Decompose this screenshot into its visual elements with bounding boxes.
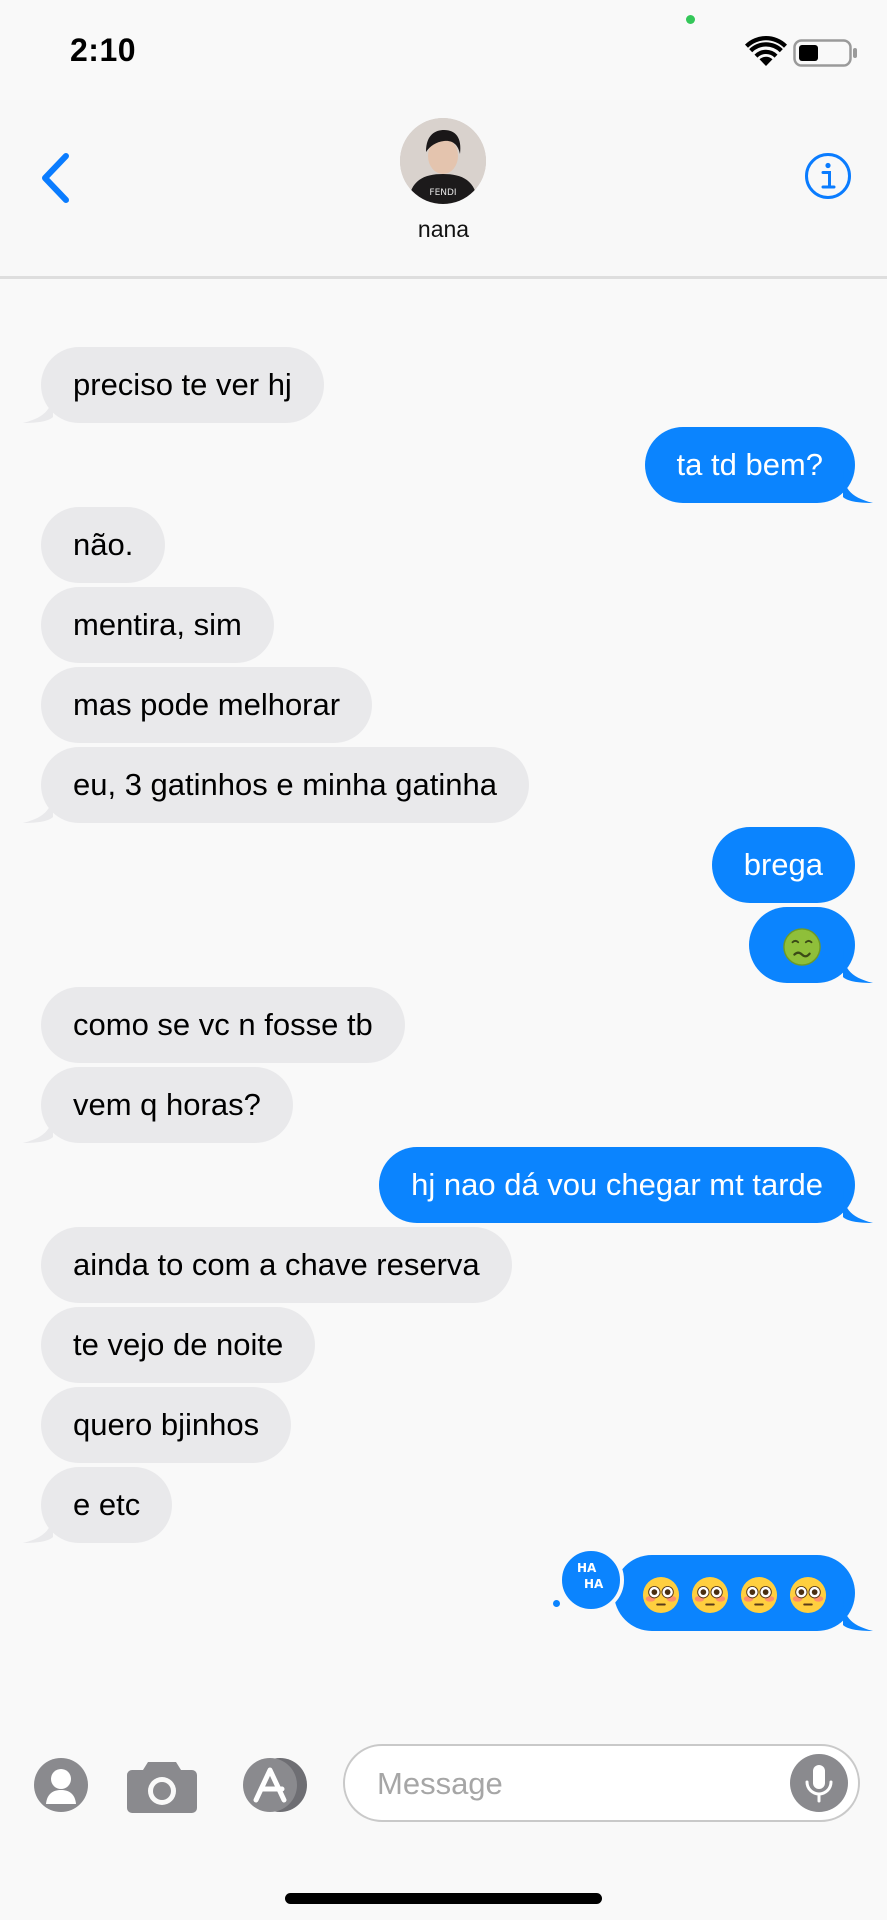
message-text: vem q horas? — [73, 1087, 261, 1122]
back-chevron-icon[interactable] — [36, 150, 76, 206]
reaction-tail-dot — [553, 1600, 560, 1607]
flushed-face-icon — [691, 1576, 729, 1613]
message-bubble-incoming[interactable]: ainda to com a chave reserva — [41, 1227, 512, 1303]
privacy-indicator-dot — [686, 15, 695, 24]
bubble-tail — [23, 389, 53, 423]
microphone-button[interactable] — [790, 1754, 848, 1812]
message-bubble-outgoing[interactable]: hj nao dá vou chegar mt tarde — [379, 1147, 873, 1223]
memoji-contact-icon[interactable] — [33, 1757, 89, 1813]
message-bubble-incoming[interactable]: mas pode melhorar — [41, 667, 373, 743]
bubble-tail — [23, 1109, 53, 1143]
message-text: hj nao dá vou chegar mt tarde — [411, 1167, 823, 1202]
compose-bar — [0, 1720, 887, 1920]
microphone-icon — [805, 1765, 833, 1803]
message-bubble-incoming[interactable]: te vejo de noite — [41, 1307, 316, 1383]
camera-icon[interactable] — [126, 1756, 198, 1814]
reaction-label: HA — [577, 1561, 597, 1575]
flushed-face-icon — [789, 1576, 827, 1613]
contact-avatar[interactable]: FENDI — [400, 118, 486, 204]
bubble-tail — [843, 1189, 873, 1223]
flushed-face-icon — [642, 1576, 680, 1613]
bubble-tail — [23, 789, 53, 823]
avatar-caption: FENDI — [429, 188, 456, 198]
flushed-emoji-row — [642, 1576, 827, 1614]
avatar-photo: FENDI — [400, 118, 486, 204]
message-text: te vejo de noite — [73, 1327, 284, 1362]
message-bubble-incoming[interactable]: como se vc n fosse tb — [41, 987, 405, 1063]
bubble-tail — [843, 469, 873, 503]
conversation-header: FENDI nana — [0, 100, 887, 279]
bubble-tail — [23, 1509, 53, 1543]
message-bubble-outgoing[interactable] — [614, 1555, 873, 1631]
message-text: não. — [73, 527, 134, 562]
message-text: quero bjinhos — [73, 1407, 260, 1442]
message-bubble-incoming[interactable]: mentira, sim — [41, 587, 274, 663]
message-text: mentira, sim — [73, 607, 242, 642]
contact-name[interactable]: nana — [0, 216, 887, 243]
message-text: e etc — [73, 1487, 141, 1522]
message-text: preciso te ver hj — [73, 367, 292, 402]
message-bubble-outgoing[interactable]: brega — [711, 827, 855, 903]
message-text: eu, 3 gatinhos e minha gatinha — [73, 767, 497, 802]
message-bubble-incoming[interactable]: preciso te ver hj — [23, 347, 324, 423]
message-input[interactable] — [375, 1758, 779, 1810]
message-bubble-incoming[interactable]: e etc — [23, 1467, 173, 1543]
nauseated-face-icon — [783, 928, 821, 966]
home-indicator[interactable] — [285, 1893, 602, 1904]
status-time: 2:10 — [70, 32, 137, 68]
status-bar: 2:10 — [0, 0, 887, 100]
bubble-tail — [843, 949, 873, 983]
message-bubble-incoming[interactable]: eu, 3 gatinhos e minha gatinha — [23, 747, 529, 823]
message-bubble-incoming[interactable]: vem q horas? — [23, 1067, 293, 1143]
message-text: como se vc n fosse tb — [73, 1007, 373, 1042]
message-text: ta td bem? — [676, 447, 823, 482]
wifi-icon — [745, 36, 787, 66]
info-icon[interactable] — [804, 152, 852, 200]
message-text: brega — [743, 847, 823, 882]
message-bubble-incoming[interactable]: quero bjinhos — [41, 1387, 292, 1463]
battery-icon — [793, 39, 857, 67]
reaction-label: HA — [584, 1577, 604, 1591]
message-text: mas pode melhorar — [73, 687, 341, 722]
haha-reaction-badge[interactable]: HA HA — [558, 1547, 624, 1613]
app-store-icon[interactable] — [237, 1756, 313, 1814]
message-bubble-outgoing[interactable]: ta td bem? — [644, 427, 873, 503]
message-field[interactable] — [343, 1744, 860, 1822]
message-bubble-outgoing[interactable] — [749, 907, 873, 983]
bubble-tail — [843, 1597, 873, 1631]
flushed-face-icon — [740, 1576, 778, 1613]
message-bubble-incoming[interactable]: não. — [41, 507, 166, 583]
message-list: preciso te ver hj ta td bem? não. mentir… — [0, 0, 887, 1920]
message-text: ainda to com a chave reserva — [73, 1247, 480, 1282]
